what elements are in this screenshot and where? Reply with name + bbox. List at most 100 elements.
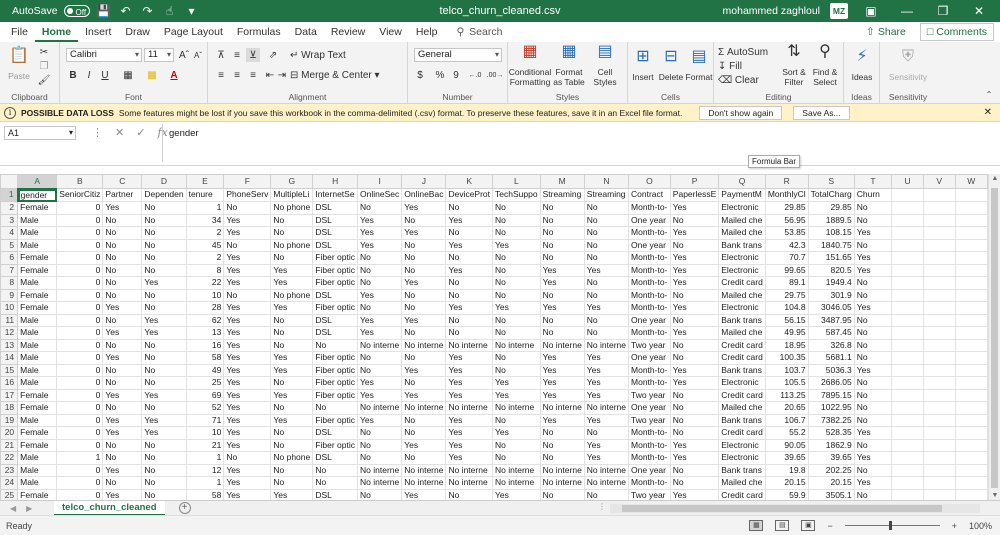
cell-e23[interactable]: 12 — [185, 463, 225, 477]
cell-b25[interactable]: 0 — [56, 488, 104, 500]
cell-n8[interactable]: No — [583, 276, 630, 290]
cell-h20[interactable]: DSL — [312, 426, 359, 440]
format-painter-icon[interactable]: 🖌 — [36, 74, 52, 86]
cell-a25[interactable]: Female — [17, 488, 58, 500]
cell-n9[interactable]: No — [583, 288, 630, 302]
cell-v6[interactable] — [922, 251, 956, 265]
cell-j24[interactable]: No interne — [401, 476, 447, 490]
column-header-b[interactable]: B — [56, 174, 104, 189]
cell-u13[interactable] — [891, 338, 924, 352]
cell-l17[interactable]: Yes — [492, 388, 541, 402]
italic-button[interactable]: I — [82, 68, 96, 82]
cell-v7[interactable] — [922, 263, 956, 277]
cell-d18[interactable]: No — [141, 401, 187, 415]
cell-n1[interactable]: Streaming — [583, 188, 630, 202]
cell-w22[interactable] — [954, 451, 988, 465]
cell-u22[interactable] — [891, 451, 924, 465]
cell-b8[interactable]: 0 — [56, 276, 104, 290]
cell-c7[interactable]: No — [102, 263, 143, 277]
cell-c15[interactable]: No — [102, 363, 143, 377]
cell-f22[interactable]: No — [223, 451, 272, 465]
cell-d10[interactable]: No — [141, 301, 187, 315]
cell-f13[interactable]: Yes — [223, 338, 272, 352]
customize-toolbar-icon[interactable]: ▾ — [184, 4, 200, 18]
cell-n23[interactable]: No interne — [583, 463, 630, 477]
cell-r20[interactable]: 55.2 — [764, 426, 809, 440]
cell-v9[interactable] — [922, 288, 956, 302]
cell-a14[interactable]: Male — [17, 351, 58, 365]
dont-show-again-button[interactable]: Don't show again — [699, 105, 783, 120]
cell-f14[interactable]: Yes — [223, 351, 272, 365]
cell-r8[interactable]: 89.1 — [764, 276, 809, 290]
cell-w2[interactable] — [954, 201, 988, 215]
cell-c13[interactable]: No — [102, 338, 143, 352]
cell-l21[interactable]: No — [492, 438, 541, 452]
cell-d23[interactable]: No — [141, 463, 187, 477]
tab-formulas[interactable]: Formulas — [230, 22, 288, 42]
cell-e9[interactable]: 10 — [185, 288, 225, 302]
cell-s25[interactable]: 3505.1 — [807, 488, 855, 500]
cell-s8[interactable]: 1949.4 — [807, 276, 855, 290]
tab-page-layout[interactable]: Page Layout — [157, 22, 230, 42]
wrap-text-button[interactable]: ↵ Wrap Text — [290, 48, 380, 62]
cell-s14[interactable]: 5681.1 — [807, 351, 855, 365]
comma-button[interactable]: 9 — [448, 68, 464, 82]
cell-e13[interactable]: 16 — [185, 338, 225, 352]
cell-o9[interactable]: Month-to- — [628, 288, 671, 302]
align-left-icon[interactable]: ≡ — [214, 68, 228, 82]
cell-b14[interactable]: 0 — [56, 351, 104, 365]
cell-t18[interactable]: No — [853, 401, 893, 415]
cell-p3[interactable]: No — [669, 213, 720, 227]
cell-t10[interactable]: Yes — [853, 301, 893, 315]
cell-n4[interactable]: No — [583, 226, 630, 240]
cell-w19[interactable] — [954, 413, 988, 427]
cell-b21[interactable]: 0 — [56, 438, 104, 452]
cell-u17[interactable] — [891, 388, 924, 402]
cell-j3[interactable]: No — [401, 213, 447, 227]
cell-k24[interactable]: No interne — [445, 476, 494, 490]
cell-b5[interactable]: 0 — [56, 238, 104, 252]
cell-k6[interactable]: No — [445, 251, 494, 265]
cell-d19[interactable]: Yes — [141, 413, 187, 427]
cell-i8[interactable]: No — [357, 276, 403, 290]
save-icon[interactable]: 💾 — [96, 4, 112, 18]
cell-n10[interactable]: Yes — [583, 301, 630, 315]
cell-s4[interactable]: 108.15 — [807, 226, 855, 240]
cell-d5[interactable]: No — [141, 238, 187, 252]
cell-m11[interactable]: No — [539, 313, 585, 327]
cell-l24[interactable]: No interne — [492, 476, 541, 490]
cell-t12[interactable]: No — [853, 326, 893, 340]
cell-e5[interactable]: 45 — [185, 238, 225, 252]
ribbon-display-icon[interactable]: ▣ — [858, 4, 884, 18]
cell-e14[interactable]: 58 — [185, 351, 225, 365]
cell-c14[interactable]: Yes — [102, 351, 143, 365]
cell-p9[interactable]: No — [669, 288, 720, 302]
orientation-icon[interactable]: ⇗ — [266, 48, 280, 62]
cell-k19[interactable]: Yes — [445, 413, 494, 427]
cancel-icon[interactable]: ✕ — [115, 126, 124, 139]
cell-r3[interactable]: 56.95 — [764, 213, 809, 227]
cell-o2[interactable]: Month-to- — [628, 201, 671, 215]
cell-e22[interactable]: 1 — [185, 451, 225, 465]
row-header[interactable]: 16 — [0, 376, 19, 390]
cell-p6[interactable]: Yes — [669, 251, 720, 265]
cell-f19[interactable]: Yes — [223, 413, 272, 427]
close-icon[interactable]: ✕ — [984, 107, 992, 118]
cell-h5[interactable]: DSL — [312, 238, 359, 252]
cell-k5[interactable]: Yes — [445, 238, 494, 252]
cell-l14[interactable]: No — [492, 351, 541, 365]
cell-m23[interactable]: No interne — [539, 463, 585, 477]
add-sheet-icon[interactable]: + — [178, 502, 191, 514]
cell-p16[interactable]: Yes — [669, 376, 720, 390]
cell-l7[interactable]: No — [492, 263, 541, 277]
align-center-icon[interactable]: ≡ — [230, 68, 244, 82]
row-header[interactable]: 8 — [0, 276, 19, 290]
tab-data[interactable]: Data — [288, 22, 324, 42]
cell-f25[interactable]: Yes — [223, 488, 272, 500]
cell-f20[interactable]: Yes — [223, 426, 272, 440]
cell-i9[interactable]: Yes — [357, 288, 403, 302]
cell-i5[interactable]: Yes — [357, 238, 403, 252]
cell-b4[interactable]: 0 — [56, 226, 104, 240]
cell-h13[interactable]: No — [312, 338, 359, 352]
cell-v22[interactable] — [922, 451, 956, 465]
